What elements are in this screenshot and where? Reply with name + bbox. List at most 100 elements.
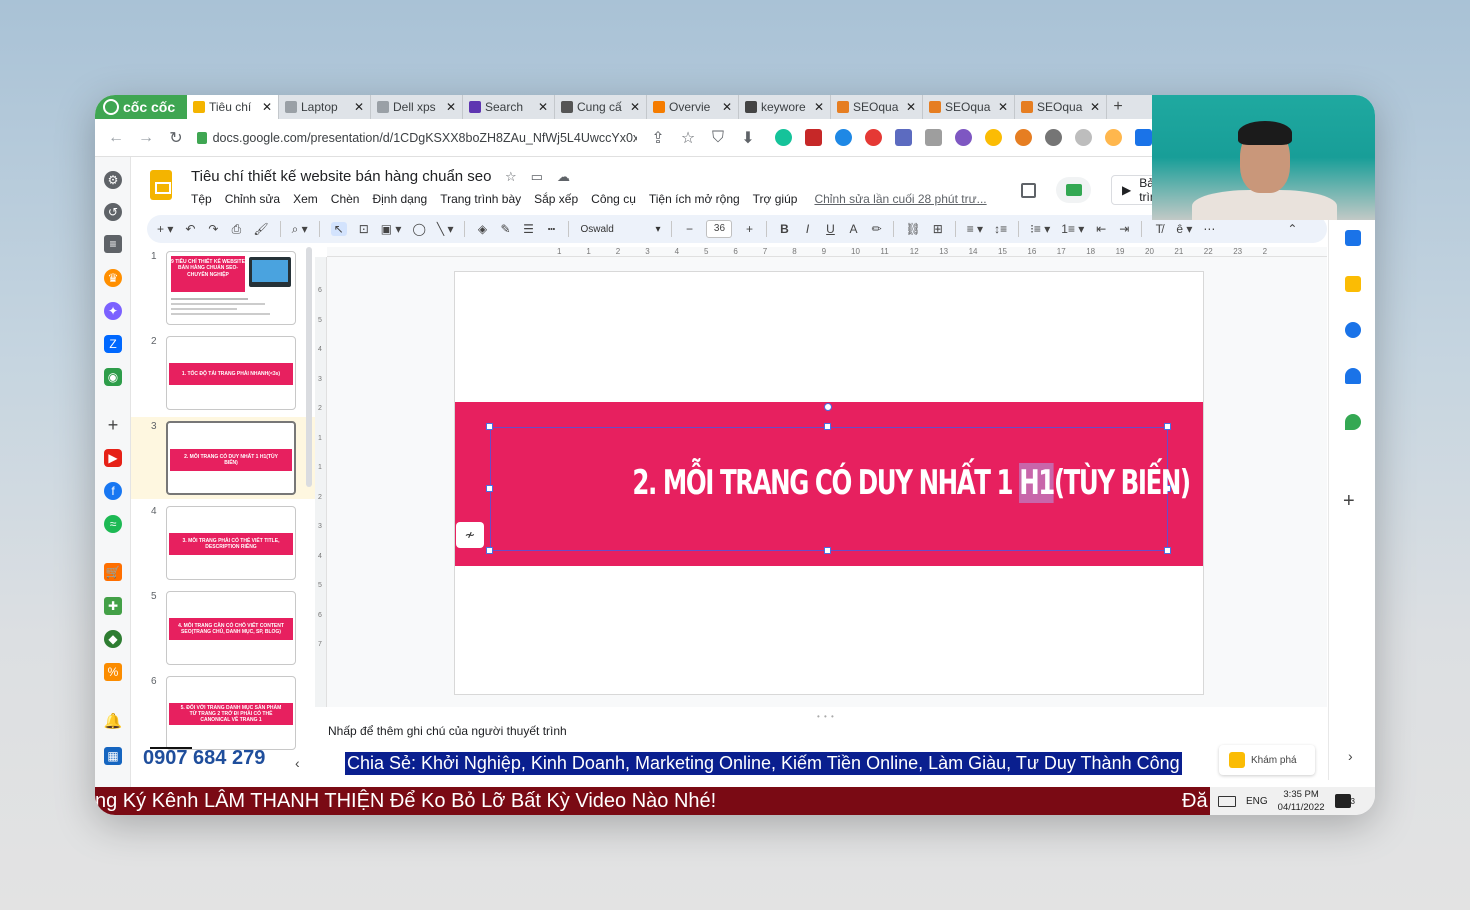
pdf-extension-icon[interactable]: [805, 129, 822, 146]
shopping-icon[interactable]: 🛒: [104, 563, 122, 581]
text-box-icon[interactable]: ⊡: [358, 222, 370, 236]
border-weight-icon[interactable]: ☰: [522, 222, 534, 236]
google-slides-logo-icon[interactable]: [150, 170, 172, 200]
tab-close-icon[interactable]: ✕: [722, 100, 732, 114]
menu-item[interactable]: Tiện ích mở rộng: [649, 192, 740, 206]
system-clock[interactable]: 3:35 PM 04/11/2022: [1278, 788, 1325, 814]
calendar-addon-icon[interactable]: [1345, 230, 1361, 246]
download-icon[interactable]: ⬇: [739, 128, 757, 148]
select-cursor-icon[interactable]: ↖: [330, 222, 347, 236]
italic-icon[interactable]: I: [801, 222, 813, 236]
figure-extension-icon[interactable]: [1105, 129, 1122, 146]
last-edit-link[interactable]: Chỉnh sửa lần cuối 28 phút trư...: [814, 192, 986, 206]
notification-center-icon[interactable]: [1334, 794, 1351, 808]
menu-item[interactable]: Trợ giúp: [753, 192, 798, 206]
slide-title-text[interactable]: 2. MỖI TRANG CÓ DUY NHẤT 1 H1(TÙY BIẾN): [632, 463, 1191, 503]
explore-button[interactable]: Khám phá: [1219, 745, 1315, 775]
settings-icon[interactable]: ⚙: [104, 171, 122, 189]
increase-indent-icon[interactable]: ⇥: [1118, 222, 1130, 236]
print-icon[interactable]: ⎙: [230, 222, 242, 237]
pen-extension-icon[interactable]: [955, 129, 972, 146]
maps-addon-icon[interactable]: [1345, 414, 1361, 430]
cloud-saved-icon[interactable]: ☁: [557, 169, 570, 185]
tab-close-icon[interactable]: ✕: [814, 100, 824, 114]
code-extension-icon[interactable]: [925, 129, 942, 146]
add-sidebar-icon[interactable]: +: [104, 415, 122, 435]
comments-icon[interactable]: [1021, 182, 1037, 198]
menu-item[interactable]: Tệp: [191, 192, 212, 206]
menu-item[interactable]: Chèn: [331, 192, 360, 206]
browser-tab[interactable]: Cung cấ ✕: [555, 95, 647, 119]
tab-close-icon[interactable]: ✕: [630, 100, 640, 114]
slide-thumbnail[interactable]: 6 5. ĐỐI VỚI TRANG DANH MỤC SẢN PHẨM TỪ …: [131, 672, 315, 754]
reader-icon[interactable]: ≡: [104, 235, 122, 253]
keyboard-icon[interactable]: [1218, 795, 1236, 807]
resize-handle[interactable]: [486, 547, 493, 554]
bold-icon[interactable]: B: [778, 222, 790, 236]
resize-handle[interactable]: [486, 423, 493, 430]
resize-handle[interactable]: [824, 423, 831, 430]
collapse-filmstrip-icon[interactable]: ‹: [295, 755, 300, 771]
tasks-addon-icon[interactable]: [1345, 322, 1361, 338]
redo-icon[interactable]: ↷: [207, 222, 219, 236]
coccoc-menu-button[interactable]: cốc cốc: [95, 95, 187, 119]
menu-item[interactable]: Chỉnh sửa: [225, 192, 280, 206]
slide-thumbnail-current[interactable]: 3 2. MỖI TRANG CÓ DUY NHẤT 1 H1(TÙY BIẾN…: [131, 417, 315, 499]
gear-extension-icon[interactable]: [1045, 129, 1062, 146]
notes-resize-handle[interactable]: • • •: [817, 712, 835, 721]
browser-tab[interactable]: SEOqua ✕: [831, 95, 923, 119]
url-field[interactable]: docs.google.com/presentation/d/1CDgKSXX8…: [197, 131, 637, 145]
browser-tab[interactable]: Search ✕: [463, 95, 555, 119]
border-color-icon[interactable]: ✎: [499, 222, 511, 236]
increase-font-size-button[interactable]: +: [743, 222, 755, 236]
collapse-toolbar-icon[interactable]: ⌃: [1286, 222, 1298, 236]
resize-handle[interactable]: [486, 485, 493, 492]
add-addon-icon[interactable]: +: [1343, 490, 1355, 513]
speaker-notes[interactable]: • • • Nhấp để thêm ghi chú của người thu…: [327, 712, 1327, 742]
tab-close-icon[interactable]: ✕: [538, 100, 548, 114]
hat-icon[interactable]: ◆: [104, 630, 122, 648]
facebook-icon[interactable]: f: [104, 482, 122, 500]
menu-item[interactable]: Xem: [293, 192, 318, 206]
font-family-select[interactable]: Oswald ▾: [580, 224, 660, 235]
meet-button[interactable]: [1056, 177, 1091, 203]
zoom-icon[interactable]: ⌕ ▾: [292, 222, 308, 237]
screen-extension-icon[interactable]: [895, 129, 912, 146]
menu-item[interactable]: Công cụ: [591, 192, 636, 206]
slide-thumbnail[interactable]: 4 3. MỖI TRANG PHẢI CÓ THẺ VIẾT TITLE, D…: [131, 502, 315, 584]
tab-close-icon[interactable]: ✕: [354, 100, 364, 114]
game-icon[interactable]: ◉: [104, 368, 122, 386]
menu-item[interactable]: Trang trình bày: [440, 192, 521, 206]
menu-item[interactable]: Định dạng: [372, 192, 427, 206]
line-spacing-icon[interactable]: ↕≡: [994, 222, 1007, 236]
tab-close-icon[interactable]: ✕: [906, 100, 916, 114]
document-title[interactable]: Tiêu chí thiết kế website bán hàng chuẩn…: [191, 168, 491, 185]
add-comment-icon[interactable]: ⊞: [932, 222, 944, 236]
zalo-icon[interactable]: Z: [104, 335, 122, 353]
decrease-indent-icon[interactable]: ⇤: [1095, 222, 1107, 236]
discount-icon[interactable]: %: [104, 663, 122, 681]
image-icon[interactable]: ▣ ▾: [381, 222, 402, 236]
language-indicator[interactable]: ENG: [1246, 796, 1268, 807]
new-slide-button[interactable]: + ▾: [157, 222, 173, 236]
slide-thumbnail[interactable]: 5 4. MỖI TRANG CẦN CÓ CHỖ VIẾT CONTENT S…: [131, 587, 315, 669]
bulleted-list-icon[interactable]: ⁝≡ ▾: [1030, 222, 1050, 236]
share-icon[interactable]: ⇪: [649, 128, 667, 148]
notification-bell-icon[interactable]: 🔔: [104, 712, 123, 730]
autofit-icon[interactable]: ≁: [456, 522, 484, 548]
browser-tab[interactable]: Tiêu chí ✕: [187, 95, 279, 119]
slide-thumbnail[interactable]: 2 1. TỐC ĐỘ TẢI TRANG PHẢI NHANH(<3s): [131, 332, 315, 414]
browser-tab[interactable]: SEOqua ✕: [923, 95, 1015, 119]
browser-tab[interactable]: SEOqua ✕: [1015, 95, 1107, 119]
reload-button[interactable]: ↻: [167, 128, 185, 148]
close-extension-icon[interactable]: [1135, 129, 1152, 146]
slide-canvas[interactable]: 2. MỖI TRANG CÓ DUY NHẤT 1 H1(TÙY BIẾN) …: [454, 271, 1204, 695]
fill-color-icon[interactable]: ◈: [476, 222, 488, 236]
link-icon[interactable]: ⛓: [905, 222, 920, 236]
input-tools-icon[interactable]: ê ▾: [1176, 222, 1192, 236]
calendar-icon[interactable]: ▦: [104, 747, 122, 765]
slide-thumbnail[interactable]: 1 9 TIÊU CHÍ THIẾT KẾ WEBSITE BÁN HÀNG C…: [131, 247, 315, 329]
bookmark-star-icon[interactable]: ☆: [679, 128, 697, 148]
pocket-extension-icon[interactable]: [865, 129, 882, 146]
resize-handle[interactable]: [1164, 423, 1171, 430]
